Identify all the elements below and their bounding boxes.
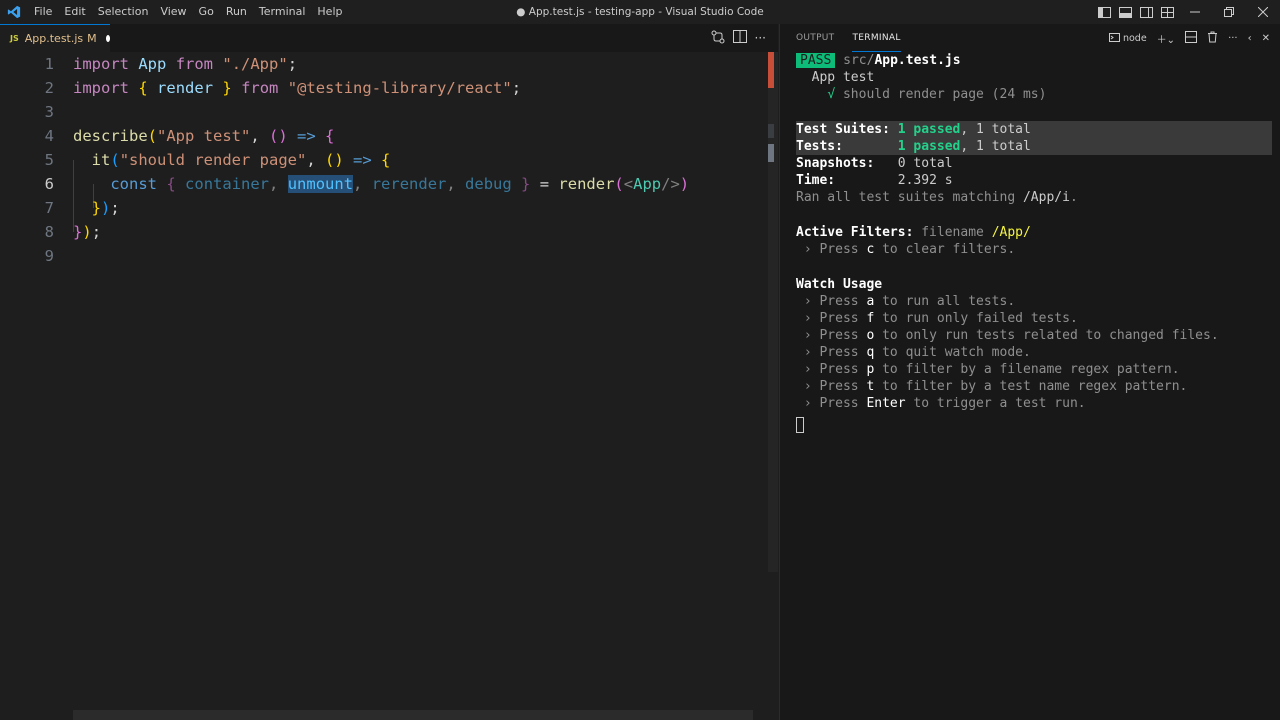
code-line: 2 import { render } from "@testing-libra… (0, 76, 768, 100)
watch-usage-item: › Press p to filter by a filename regex … (796, 362, 1180, 377)
editor-actions: ··· (711, 24, 766, 52)
git-modified-badge: M (87, 32, 97, 45)
code-line: 4 describe("App test", () => { (0, 124, 768, 148)
line-number: 3 (44, 103, 54, 121)
code-line: 7 }); (0, 196, 768, 220)
open-changes-icon[interactable] (711, 30, 725, 47)
code-editor[interactable]: 1 import App from "./App"; 2 import { re… (0, 52, 768, 720)
minimize-icon[interactable] (1178, 0, 1212, 24)
watch-usage-item: › Press f to run only failed tests. (796, 311, 1078, 326)
scrollbar-change-marker (768, 52, 774, 88)
line-number: 2 (44, 79, 54, 97)
scrollbar-cursor-marker (768, 144, 774, 162)
code-line: 6 const { container, unmount, rerender, … (0, 172, 768, 196)
check-icon: √ (827, 87, 836, 102)
line-number: 9 (44, 247, 54, 265)
more-actions-icon[interactable]: ··· (755, 31, 766, 45)
watch-usage-item: › Press t to filter by a test name regex… (796, 379, 1188, 394)
split-editor-icon[interactable] (732, 30, 747, 46)
javascript-file-icon: JS (10, 34, 19, 43)
close-icon[interactable] (1246, 0, 1280, 24)
terminal-tests-line: Tests: 1 passed, 1 total (796, 139, 1031, 154)
kill-terminal-icon[interactable] (1207, 31, 1218, 46)
terminal-pass-line: PASS src/App.test.js (796, 52, 961, 69)
title-bar: File Edit Selection View Go Run Terminal… (0, 0, 1280, 24)
terminal-filters-line: Active Filters: filename /App/ (796, 225, 1031, 240)
line-number: 8 (44, 223, 54, 241)
code-text: it("should render page", () => { (91, 151, 391, 169)
code-text: }); (91, 199, 120, 217)
menu-file[interactable]: File (28, 0, 58, 24)
new-terminal-icon[interactable]: ＋⌄ (1157, 31, 1175, 46)
menu-go[interactable]: Go (193, 0, 220, 24)
menu-help[interactable]: Help (311, 0, 348, 24)
customize-layout-icon[interactable] (1157, 0, 1178, 24)
code-line: 5 it("should render page", () => { (0, 148, 768, 172)
terminal-snapshots-line: Snapshots: 0 total (796, 156, 953, 171)
code-text: }); (73, 223, 102, 241)
code-text: import App from "./App"; (73, 55, 298, 73)
toggle-secondary-sidebar-icon[interactable] (1136, 0, 1157, 24)
menu-selection[interactable]: Selection (92, 0, 155, 24)
bottom-panel: OUTPUT TERMINAL node ＋⌄ ··· ‹ ✕ PASS src… (779, 24, 1280, 720)
code-text: import { render } from "@testing-library… (73, 79, 522, 97)
horizontal-scrollbar[interactable] (73, 710, 753, 720)
split-terminal-icon[interactable] (1185, 30, 1198, 46)
terminal-suites-line: Test Suites: 1 passed, 1 total (796, 122, 1031, 137)
toggle-panel-icon[interactable] (1115, 0, 1136, 24)
restore-icon[interactable] (1212, 0, 1246, 24)
watch-usage-item: › Press o to only run tests related to c… (796, 328, 1219, 343)
code-text: describe("App test", () => { (73, 127, 335, 145)
terminal-time-line: Time: 2.392 s (796, 173, 953, 188)
code-line: 1 import App from "./App"; (0, 52, 768, 76)
menu-view[interactable]: View (154, 0, 192, 24)
terminal-watch-title: Watch Usage (796, 277, 883, 292)
terminal-test-line: √ should render page (24 ms) (827, 87, 1047, 102)
watch-usage-item: › Press Enter to trigger a test run. (796, 396, 1086, 411)
tab-terminal[interactable]: TERMINAL (852, 24, 901, 52)
tab-label: App.test.js (24, 32, 84, 45)
panel-actions: node ＋⌄ ··· ‹ ✕ (1108, 24, 1270, 52)
unsaved-dot-icon[interactable] (105, 35, 110, 42)
terminal-ran-line: Ran all test suites matching /App/i. (796, 190, 1078, 205)
line-number-active: 6 (44, 175, 54, 193)
menu-edit[interactable]: Edit (58, 0, 91, 24)
chevron-left-icon[interactable]: ‹ (1248, 33, 1252, 44)
terminal-cursor (796, 417, 804, 433)
code-line: 3 (0, 100, 768, 124)
watch-usage-item: › Press q to quit watch mode. (796, 345, 1031, 360)
menu-terminal[interactable]: Terminal (253, 0, 312, 24)
toggle-primary-sidebar-icon[interactable] (1094, 0, 1115, 24)
title-actions (1094, 0, 1280, 24)
vscode-logo-icon[interactable] (0, 0, 28, 24)
tab-app-test-js[interactable]: JS App.test.js M (0, 24, 110, 52)
close-panel-icon[interactable]: ✕ (1262, 33, 1270, 44)
shell-label: node (1122, 32, 1147, 44)
line-number: 4 (44, 127, 54, 145)
line-number: 7 (44, 199, 54, 217)
terminal-suite-line: App test (811, 70, 875, 85)
pass-badge: PASS (796, 53, 836, 68)
code-line: 8 }); (0, 220, 768, 244)
code-line: 9 (0, 244, 768, 268)
editor-tab-bar: JS App.test.js M ··· (0, 24, 778, 52)
terminal-clear-line: › Press c to clear filters. (796, 242, 1016, 257)
menu-bar: File Edit Selection View Go Run Terminal… (28, 0, 348, 24)
watch-usage-item: › Press a to run all tests. (796, 294, 1016, 309)
scrollbar-slider[interactable] (768, 124, 774, 138)
more-actions-icon[interactable]: ··· (1228, 33, 1238, 44)
line-number: 5 (44, 151, 54, 169)
tab-output[interactable]: OUTPUT (796, 24, 834, 52)
terminal-shell-selector[interactable]: node (1108, 32, 1147, 44)
line-number: 1 (44, 55, 54, 73)
menu-run[interactable]: Run (220, 0, 253, 24)
code-text: const { container, unmount, rerender, de… (110, 175, 690, 193)
